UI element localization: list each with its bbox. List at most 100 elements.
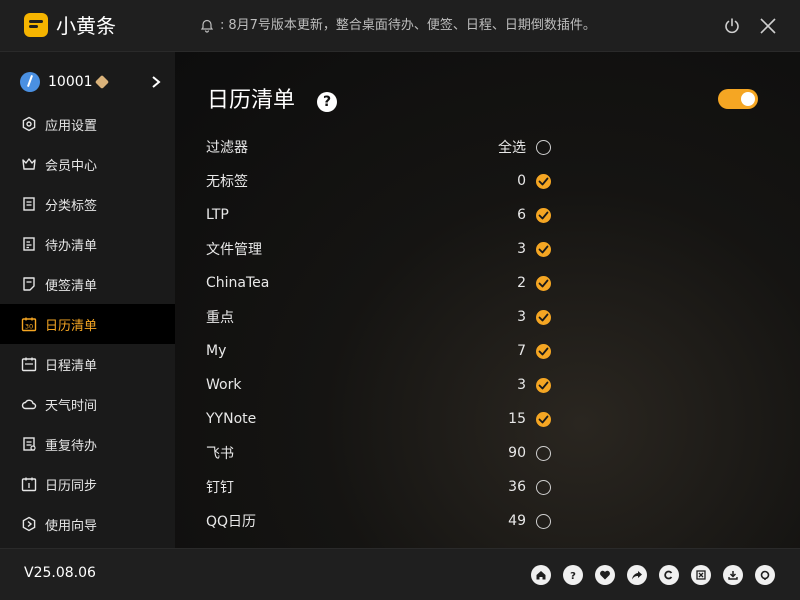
title-bar: 小黄条 : 8月7号版本更新，整合桌面待办、便签、日程、日期倒数插件。 xyxy=(0,0,800,52)
footer: V25.08.06 ? xyxy=(0,548,800,600)
version-label: V25.08.06 xyxy=(24,565,96,581)
sidebar-item-repeat[interactable]: 重复待办 xyxy=(0,424,175,464)
main-panel: 日历清单 ? 过滤器 全选 无标签 0 LTP 6 文件管理 3 ChinaTea 2 重点 3 M… xyxy=(175,52,800,548)
svg-text:?: ? xyxy=(570,571,576,581)
tag-list-icon xyxy=(20,195,38,213)
help-icon[interactable]: ? xyxy=(563,565,583,585)
checkmark-icon xyxy=(538,313,549,321)
tag-filter-row[interactable]: My 7 xyxy=(206,334,551,368)
tag-checkbox[interactable] xyxy=(536,173,551,189)
tag-name: 文件管理 xyxy=(206,242,262,258)
sidebar-item-label: 分类标签 xyxy=(45,198,98,214)
sidebar-item-membership[interactable]: 会员中心 xyxy=(0,144,175,184)
select-all-checkbox[interactable] xyxy=(536,139,551,155)
checkmark-icon xyxy=(538,347,549,355)
sidebar-item-label: 便签清单 xyxy=(45,278,98,294)
sidebar-item-settings[interactable]: 应用设置 xyxy=(0,104,175,144)
sidebar-item-label: 重复待办 xyxy=(45,438,98,454)
sidebar-item-label: 天气时间 xyxy=(45,398,98,414)
tag-name: 重点 xyxy=(206,310,234,326)
power-button[interactable] xyxy=(720,14,744,38)
bell-icon xyxy=(200,19,214,33)
tag-count: 15 xyxy=(508,411,526,427)
sidebar-item-label: 日程清单 xyxy=(45,358,98,374)
download-icon[interactable] xyxy=(723,565,743,585)
tag-checkbox[interactable] xyxy=(536,207,551,223)
user-id: 10001 xyxy=(48,74,93,90)
tag-filter-row[interactable]: QQ日历 49 xyxy=(206,504,551,538)
tag-filter-row[interactable]: 无标签 0 xyxy=(206,164,551,198)
filter-header-row: 过滤器 全选 xyxy=(206,130,551,164)
notice-text: 8月7号版本更新，整合桌面待办、便签、日程、日期倒数插件。 xyxy=(228,18,596,33)
guide-icon xyxy=(20,515,38,533)
toggle-knob xyxy=(741,92,755,106)
sidebar-item-notes[interactable]: 便签清单 xyxy=(0,264,175,304)
settings-icon xyxy=(20,115,38,133)
tag-count: 3 xyxy=(517,241,526,257)
checkmark-icon xyxy=(538,211,549,219)
checkmark-icon xyxy=(538,381,549,389)
copyright-icon[interactable] xyxy=(659,565,679,585)
checkmark-icon xyxy=(538,279,549,287)
sidebar-item-label: 待办清单 xyxy=(45,238,98,254)
page-title: 日历清单 xyxy=(207,88,296,113)
sidebar-item-guide[interactable]: 使用向导 xyxy=(0,504,175,544)
home-icon[interactable] xyxy=(531,565,551,585)
calendar-30-icon: 30 xyxy=(20,315,38,333)
tag-filter-row[interactable]: 钉钉 36 xyxy=(206,470,551,504)
tag-checkbox[interactable] xyxy=(536,343,551,359)
sidebar-item-weather[interactable]: 天气时间 xyxy=(0,384,175,424)
help-icon[interactable]: ? xyxy=(317,92,337,112)
sidebar-item-tags[interactable]: 分类标签 xyxy=(0,184,175,224)
sidebar-item-label: 日历同步 xyxy=(45,478,98,494)
tag-filter-row[interactable]: LTP 6 xyxy=(206,198,551,232)
tag-count: 6 xyxy=(517,207,526,223)
sidebar-nav: 应用设置 会员中心 分类标签 待办清单 便签清单 30 日历清单 日程清单 天气 xyxy=(0,104,175,544)
repeat-icon xyxy=(20,435,38,453)
tag-filter-row[interactable]: Work 3 xyxy=(206,368,551,402)
power-icon xyxy=(725,18,739,34)
sidebar-item-schedule[interactable]: 日程清单 xyxy=(0,344,175,384)
tag-filter-row[interactable]: 重点 3 xyxy=(206,300,551,334)
tag-checkbox[interactable] xyxy=(536,445,551,461)
sidebar-item-todo[interactable]: 待办清单 xyxy=(0,224,175,264)
sidebar-item-calendar-sync[interactable]: 日历同步 xyxy=(0,464,175,504)
update-notice[interactable]: : 8月7号版本更新，整合桌面待办、便签、日程、日期倒数插件。 xyxy=(200,16,596,36)
cloud-icon xyxy=(20,395,38,413)
calendar-sync-icon xyxy=(20,475,38,493)
tag-name: Work xyxy=(206,377,242,393)
note-icon xyxy=(20,275,38,293)
tag-checkbox[interactable] xyxy=(536,309,551,325)
support-icon[interactable] xyxy=(755,565,775,585)
schedule-icon xyxy=(20,355,38,373)
checkmark-icon xyxy=(538,245,549,253)
checkmark-icon xyxy=(538,177,549,185)
share-icon[interactable] xyxy=(627,565,647,585)
tag-checkbox[interactable] xyxy=(536,241,551,257)
tag-filter-row[interactable]: 文件管理 3 xyxy=(206,232,551,266)
tag-count: 0 xyxy=(517,173,526,189)
app-title: 小黄条 xyxy=(56,14,116,38)
tag-checkbox[interactable] xyxy=(536,377,551,393)
tag-checkbox[interactable] xyxy=(536,479,551,495)
sidebar-item-calendar-list[interactable]: 30 日历清单 xyxy=(0,304,175,344)
tag-name: 钉钉 xyxy=(206,480,234,496)
tag-filter-row[interactable]: YYNote 15 xyxy=(206,402,551,436)
excel-export-icon[interactable] xyxy=(691,565,711,585)
tag-name: YYNote xyxy=(206,411,257,427)
sidebar-item-label: 应用设置 xyxy=(45,118,98,134)
tag-checkbox[interactable] xyxy=(536,275,551,291)
tag-checkbox[interactable] xyxy=(536,513,551,529)
tag-filter-row[interactable]: ChinaTea 2 xyxy=(206,266,551,300)
notice-separator: : xyxy=(220,18,225,33)
sidebar: 10001 应用设置 会员中心 分类标签 待办清单 便签清单 30 日历清单 日… xyxy=(0,52,175,548)
tag-filter-row[interactable]: 飞书 90 xyxy=(206,436,551,470)
user-profile[interactable]: 10001 xyxy=(0,64,175,100)
calendar-list-toggle[interactable] xyxy=(718,89,758,109)
crown-icon xyxy=(20,155,38,173)
close-button[interactable] xyxy=(756,14,780,38)
checkmark-icon xyxy=(538,415,549,423)
tag-checkbox[interactable] xyxy=(536,411,551,427)
heart-icon[interactable] xyxy=(595,565,615,585)
member-badge-icon xyxy=(94,74,109,90)
